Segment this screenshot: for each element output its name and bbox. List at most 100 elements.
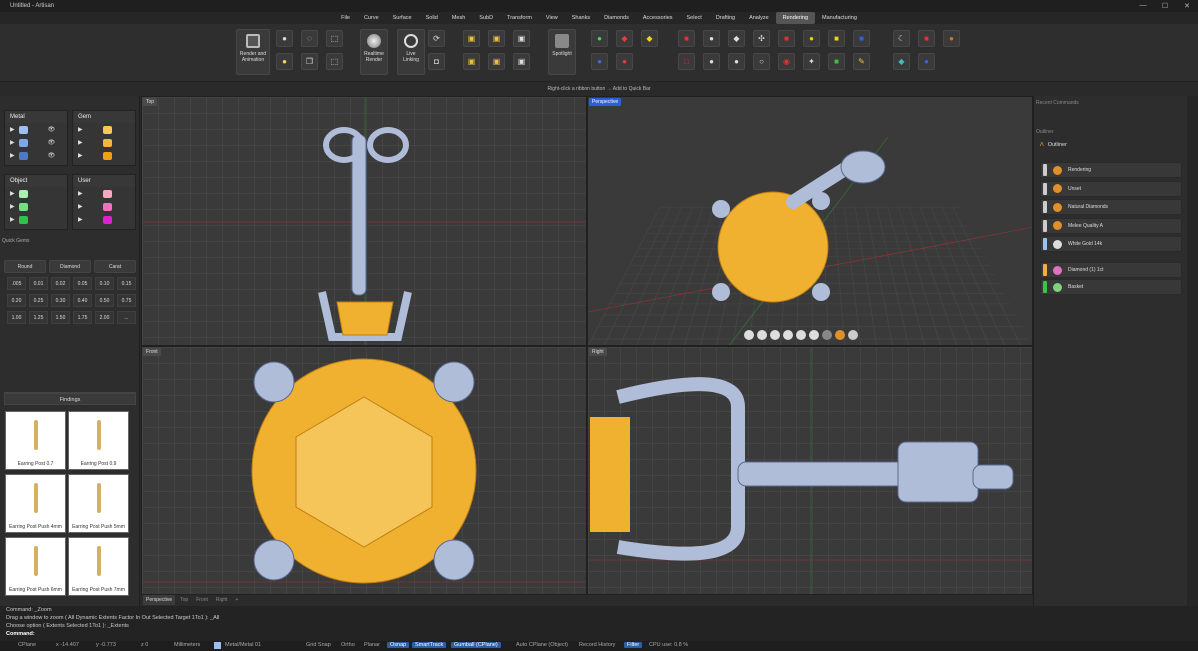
maximize-button[interactable]: ☐ (1154, 2, 1176, 10)
user-row[interactable]: ▶ (73, 213, 135, 226)
spotlight-button[interactable]: Spotlight (548, 29, 576, 75)
object-row[interactable]: ▶ (5, 213, 67, 226)
finding-card[interactable]: Earring Post Push 5mm (68, 474, 129, 533)
metal-swatch-3[interactable] (18, 151, 28, 160)
viewport-tab[interactable]: Front (193, 595, 211, 605)
finding-card[interactable]: Earring Post Push 4mm (5, 474, 66, 533)
finding-card[interactable]: Earring Post Push 7mm (68, 537, 129, 596)
settings-sphere-icon[interactable]: ● (918, 53, 935, 70)
user-swatch-3[interactable] (102, 215, 112, 224)
viewport-tab[interactable]: Top (177, 595, 191, 605)
metal-row[interactable]: ▶ 👁 (5, 149, 67, 162)
command-line[interactable]: Command: (6, 630, 1198, 638)
realtime-render-button[interactable]: Realtime Render (360, 29, 388, 75)
menu-rendering[interactable]: Rendering (775, 12, 816, 24)
book-icon[interactable]: ■ (918, 30, 935, 47)
ring-icon[interactable]: ○ (753, 53, 770, 70)
gem-size-button[interactable]: 0.25 (29, 294, 48, 307)
cplane-label[interactable]: CPlane (18, 642, 36, 648)
menu-drafting[interactable]: Drafting (709, 12, 742, 24)
light-icon[interactable]: ● (276, 53, 293, 70)
auto-cplane-toggle[interactable]: Auto CPlane (Object) (516, 642, 568, 648)
viewport-top-tab[interactable]: Top (143, 98, 158, 106)
gem-size-button[interactable]: 1.75 (73, 311, 92, 324)
grid-icon[interactable]: ▣ (488, 53, 505, 70)
osnap-toggle[interactable]: Osnap (387, 642, 410, 648)
gem-size-button[interactable]: 0.10 (95, 277, 114, 290)
metal-row[interactable]: ▶ 👁 (5, 136, 67, 149)
object-swatch-3[interactable] (18, 215, 28, 224)
wireframe-icon[interactable] (796, 330, 806, 340)
viewport-front-tab[interactable]: Front (143, 348, 161, 356)
folder-icon[interactable]: ▣ (463, 30, 480, 47)
cube-icon[interactable]: ■ (678, 30, 695, 47)
gem-row[interactable]: ▶ (73, 149, 135, 162)
menu-view[interactable]: View (539, 12, 565, 24)
box-icon[interactable]: ■ (828, 30, 845, 47)
outliner-row[interactable]: Rendering (1040, 162, 1182, 178)
menu-analyze[interactable]: Analyze (742, 12, 776, 24)
menu-accessories[interactable]: Accessories (636, 12, 680, 24)
render-animation-button[interactable]: Render and Animation (236, 29, 270, 75)
texture-icon[interactable]: ◌ (301, 30, 318, 47)
outliner-row[interactable]: Basket (1040, 279, 1182, 295)
gem-size-button[interactable]: 1.25 (29, 311, 48, 324)
menu-curve[interactable]: Curve (357, 12, 386, 24)
object-row[interactable]: ▶ (5, 187, 67, 200)
object-row[interactable]: ▶ (5, 200, 67, 213)
rendered-icon[interactable] (822, 330, 832, 340)
metal-swatch-2[interactable] (18, 138, 28, 147)
refresh-icon[interactable]: ⟳ (428, 30, 445, 47)
scene-icon[interactable]: ⬚ (326, 53, 343, 70)
user-row[interactable]: ▶ (73, 187, 135, 200)
menu-file[interactable]: File (334, 12, 357, 24)
user-swatch-1[interactable] (102, 189, 112, 198)
flag-icon[interactable]: ◆ (616, 30, 633, 47)
copy-icon[interactable]: ❐ (301, 53, 318, 70)
viewport-tab[interactable]: + (233, 595, 242, 605)
diamond-button[interactable]: Diamond (49, 260, 91, 273)
environment-icon[interactable]: ⬚ (326, 30, 343, 47)
gem-size-button[interactable]: 0.40 (73, 294, 92, 307)
record-history-toggle[interactable]: Record History (579, 642, 615, 648)
viewport-perspective-tab[interactable]: Perspective (589, 98, 622, 106)
gold-material-icon[interactable] (835, 330, 845, 340)
menu-manufacturing[interactable]: Manufacturing (815, 12, 864, 24)
viewport-perspective[interactable]: Perspective (587, 96, 1033, 346)
export-icon[interactable]: ▣ (513, 30, 530, 47)
multi-sphere-icon[interactable]: ● (591, 53, 608, 70)
object-swatch-1[interactable] (18, 189, 28, 198)
gem-size-button[interactable]: .005 (7, 277, 26, 290)
menu-transform[interactable]: Transform (500, 12, 539, 24)
robot-icon[interactable]: ■ (778, 30, 795, 47)
round-button[interactable]: Round (4, 260, 46, 273)
ortho-toggle[interactable]: Ortho (341, 642, 355, 648)
menu-mesh[interactable]: Mesh (445, 12, 472, 24)
gem-size-button[interactable]: 0.30 (51, 294, 70, 307)
gem-size-button[interactable]: 0.50 (95, 294, 114, 307)
finding-card[interactable]: Earring Post 0.7 (5, 411, 66, 470)
live-linking-button[interactable]: Live Linking (397, 29, 425, 75)
user-swatch-2[interactable] (102, 202, 112, 211)
metal-swatch-1[interactable] (18, 125, 28, 134)
close-button[interactable]: ✕ (1176, 2, 1198, 10)
gem-row[interactable]: ▶ (73, 136, 135, 149)
gem-size-button[interactable]: ... (117, 311, 136, 324)
viewport-tab[interactable]: Perspective (143, 595, 176, 605)
gumball-toggle[interactable]: Gumball (CPlane) (451, 642, 501, 648)
menu-surface[interactable]: Surface (386, 12, 419, 24)
menu-solid[interactable]: Solid (419, 12, 445, 24)
pattern-icon[interactable]: ✣ (753, 30, 770, 47)
gem-size-button[interactable]: 0.02 (51, 277, 70, 290)
teal-gem-icon[interactable]: ◆ (893, 53, 910, 70)
moon-icon[interactable]: ☾ (893, 30, 910, 47)
viewport-right-tab[interactable]: Right (589, 348, 607, 356)
outliner-row[interactable]: Natural Diamonds (1040, 199, 1182, 215)
viewport-tab[interactable]: Right (213, 595, 231, 605)
gem-row[interactable]: ▶ (73, 123, 135, 136)
grid-snap-toggle[interactable]: Grid Snap (306, 642, 331, 648)
soccer-icon[interactable]: ● (703, 53, 720, 70)
minimize-button[interactable]: — (1132, 2, 1154, 10)
gem-size-button[interactable]: 0.75 (117, 294, 136, 307)
gem-swatch-2[interactable] (102, 138, 112, 147)
